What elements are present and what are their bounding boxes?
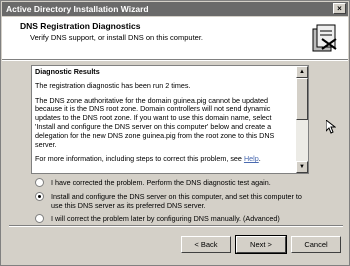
scroll-down-icon[interactable]: ▼: [296, 161, 308, 173]
diagnostic-heading: Diagnostic Results: [35, 67, 100, 76]
diagnostic-para2: The DNS zone authoritative for the domai…: [35, 95, 275, 149]
directory-book-icon: [312, 24, 337, 52]
mouse-pointer-icon: [326, 120, 336, 134]
page-subtitle: Verify DNS support, or install DNS on th…: [30, 33, 203, 42]
scroll-up-icon[interactable]: ▲: [296, 66, 308, 78]
diagnostic-results-box[interactable]: Diagnostic Results The registration diag…: [31, 65, 309, 174]
option-label: I will correct the problem later by conf…: [51, 214, 280, 223]
scroll-thumb[interactable]: [296, 78, 308, 120]
header-divider: [2, 59, 348, 61]
radio-install-dns[interactable]: [35, 192, 44, 201]
footer-divider: [9, 225, 343, 227]
diagnostic-para3-prefix: For more information, including steps to…: [35, 154, 244, 164]
wizard-header: DNS Registration Diagnostics Verify DNS …: [2, 17, 348, 59]
radio-manual[interactable]: [35, 214, 44, 223]
diagnostic-line1: The registration diagnostic has been run…: [35, 80, 191, 90]
close-button[interactable]: ×: [333, 3, 346, 14]
radio-retest[interactable]: [35, 178, 44, 187]
window-title: Active Directory Installation Wizard: [6, 4, 149, 14]
back-button[interactable]: < Back: [181, 236, 231, 253]
page-title: DNS Registration Diagnostics: [20, 21, 141, 31]
help-link[interactable]: Help: [244, 154, 259, 163]
diagnostic-text: Diagnostic Results The registration diag…: [35, 67, 293, 170]
option-label: I have corrected the problem. Perform th…: [51, 178, 271, 187]
diagnostic-scrollbar[interactable]: ▲ ▼: [296, 66, 308, 173]
diagnostic-para3-suffix: .: [258, 154, 261, 164]
diagnostic-para3: For more information, including steps to…: [35, 154, 293, 164]
next-button[interactable]: Next >: [235, 235, 287, 254]
wizard-window: Active Directory Installation Wizard × D…: [0, 0, 350, 266]
cancel-button[interactable]: Cancel: [291, 236, 341, 253]
option-label: Install and configure the DNS server on …: [51, 192, 302, 210]
title-bar[interactable]: Active Directory Installation Wizard ×: [2, 2, 348, 16]
